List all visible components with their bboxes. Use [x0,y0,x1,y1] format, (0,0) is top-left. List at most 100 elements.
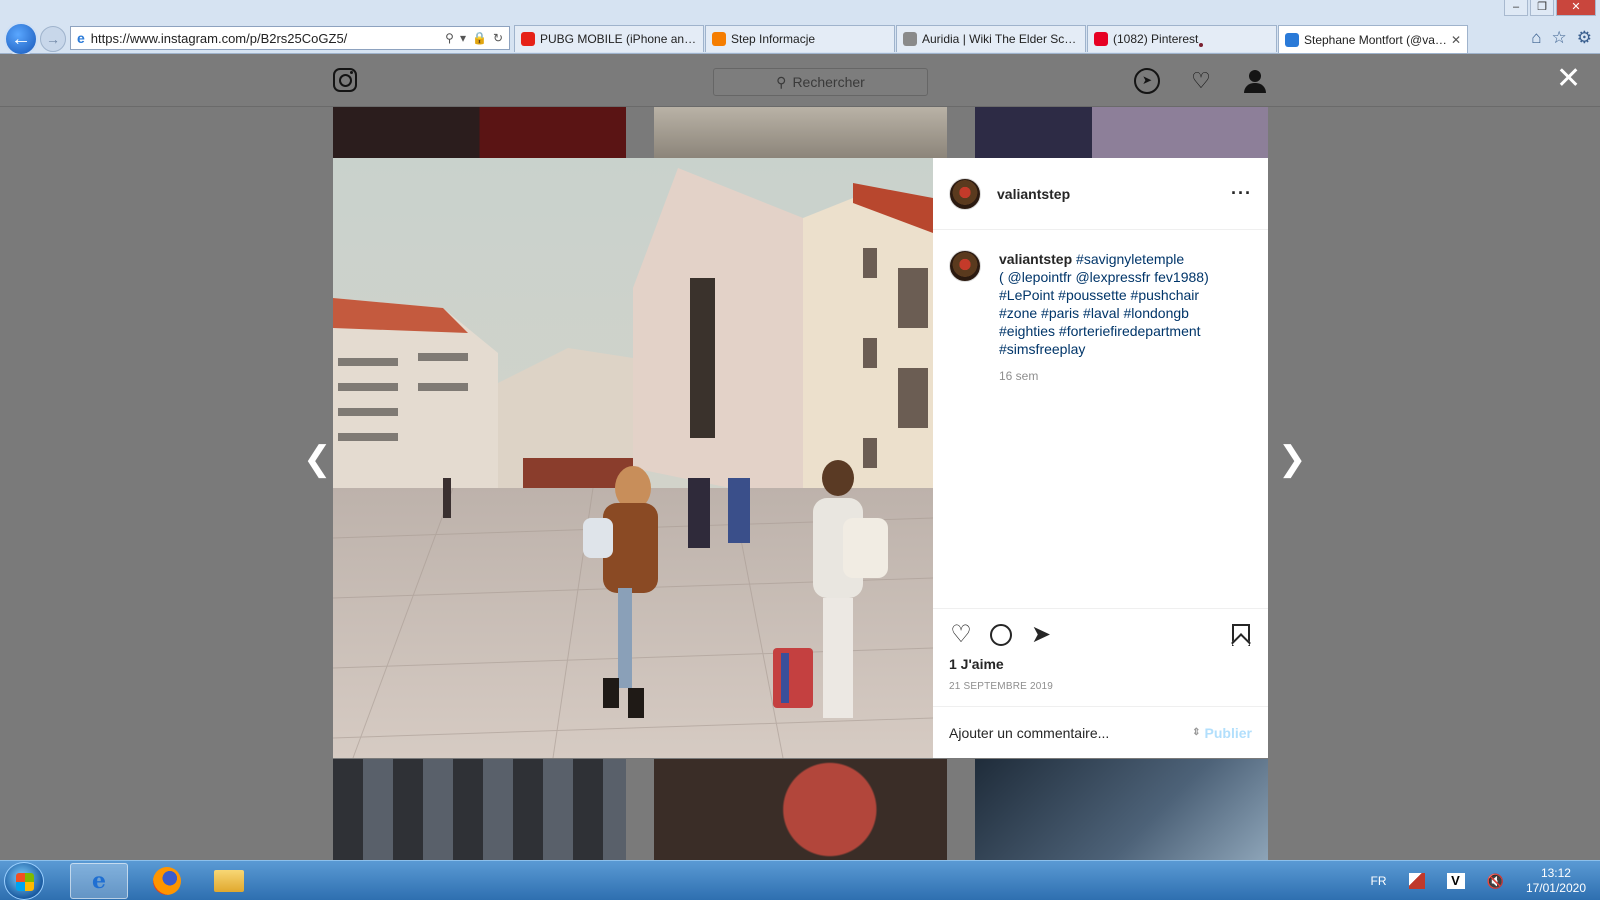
caption-line[interactable]: ( @lepointfr @lexpressfr fev1988) [999,269,1209,285]
tab-label: Step Informacje [731,32,816,46]
start-button[interactable] [4,862,44,900]
clock-date: 17/01/2020 [1525,881,1586,895]
close-tab-icon[interactable]: ✕ [1451,33,1461,47]
caption-line[interactable]: #zone #paris #laval #londongb [999,305,1189,321]
save-bookmark-icon[interactable] [1229,623,1253,653]
address-url[interactable]: https://www.instagram.com/p/B2rs25CoGZ5/ [91,31,445,46]
browser-tab[interactable]: (1082) Pinterest [1087,25,1277,52]
tab-label: (1082) Pinterest [1113,32,1199,46]
action-center-flag-icon[interactable] [1408,873,1425,889]
publish-button[interactable]: ⇕ Publier [1192,725,1252,741]
search-placeholder: Rechercher [792,74,865,90]
arrow-right-icon: → [46,31,60,47]
caption-mentions-line: ( @lepointfr @lexpressfr fev1988) [999,269,1209,285]
comment-input[interactable] [949,724,1193,741]
dropdown-icon[interactable]: ▾ [460,31,466,45]
caption-username[interactable]: valiantstep [999,251,1072,267]
window-controls: – ❐ ✕ [1504,0,1596,16]
post-modal: valiantstep ··· valiantstep #savignylete… [333,158,1268,758]
folder-icon [214,870,244,892]
search-input[interactable]: ⚲ Rechercher [713,68,928,96]
address-tools: ⚲ ▾ 🔒 ↻ [445,31,503,45]
address-bar[interactable]: e https://www.instagram.com/p/B2rs25CoGZ… [70,26,510,50]
browser-tab[interactable]: Auridia | Wiki The Elder Scroll... [896,25,1086,52]
language-indicator[interactable]: FR [1371,874,1387,888]
grid-thumbnail[interactable] [654,107,947,158]
browser-tab[interactable]: Step Informacje [705,25,895,52]
caption-hashtag[interactable]: #savignyletemple [1076,251,1184,267]
taskbar-file-explorer[interactable] [200,863,258,899]
back-button[interactable]: ← [4,22,38,56]
taskbar-firefox[interactable] [138,863,196,899]
explore-compass-icon[interactable]: ➤ [1134,68,1160,94]
share-paper-plane-icon[interactable]: ➤ [1029,623,1053,647]
tab-label: Stephane Montfort (@vali... [1304,32,1447,47]
post-caption: valiantstep #savignyletemple ( @lepointf… [949,250,1254,385]
post-actions: ♡ ➤ 1 J'aime 21 SEPTEMBRE 2019 [933,608,1268,706]
post-photo[interactable] [333,158,933,758]
next-post-chevron-right-icon[interactable]: ❯ [1278,442,1307,476]
post-date[interactable]: 21 SEPTEMBRE 2019 [949,681,1053,692]
tab-label: Auridia | Wiki The Elder Scroll... [922,32,1079,46]
clock-time: 13:12 [1540,866,1571,880]
caption-line[interactable]: #simsfreeplay [999,341,1085,357]
ie-page-icon: e [77,30,85,46]
lock-icon[interactable]: 🔒 [472,31,487,45]
clock[interactable]: 13:12 17/01/2020 [1526,866,1586,896]
browser-tab[interactable]: Stephane Montfort (@vali... ✕ [1278,25,1468,53]
tab-strip: PUBG MOBILE (iPhone androi... Step Inform… [514,25,1469,53]
tray-app-icon[interactable]: V [1446,873,1465,889]
volume-muted-icon[interactable]: 🔇 [1487,873,1504,890]
avatar[interactable] [949,250,981,282]
grid-thumbnail[interactable] [975,107,1268,158]
caption-line[interactable]: #eighties #forteriefiredepartment [999,323,1201,339]
firefox-icon [153,867,181,895]
refresh-icon[interactable]: ↻ [493,31,503,45]
close-window-button[interactable]: ✕ [1556,0,1596,16]
browser-chrome: – ❐ ✕ ← → e https://www.instagram.com/p/… [0,0,1600,56]
instagram-logo-icon[interactable] [333,68,357,92]
grid-thumbnail[interactable] [333,107,626,158]
instagram-top-bar: ⚲ Rechercher ➤ ♡ [0,54,1600,107]
search-icon: ⚲ [776,73,787,90]
windows-taskbar: e FR V 🔇 13:12 17/01/2020 [0,860,1600,900]
previous-post-chevron-left-icon[interactable]: ❮ [303,442,332,476]
profile-icon[interactable] [1242,68,1268,94]
like-heart-icon[interactable]: ♡ [949,623,973,647]
grid-thumbnail[interactable] [975,759,1268,860]
post-author-username[interactable]: valiantstep [997,186,1231,202]
windows-logo-icon [16,873,34,891]
pinterest-icon [1094,32,1108,46]
youtube-icon [521,32,535,46]
minimize-button[interactable]: – [1504,0,1528,16]
gear-icon[interactable]: ⚙ [1577,28,1592,48]
grid-thumbnail[interactable] [654,759,947,860]
ie-icon: e [92,868,106,894]
more-options-icon[interactable]: ··· [1231,183,1252,204]
caption-timestamp[interactable]: 16 sem [999,367,1209,385]
taskbar-internet-explorer[interactable]: e [70,863,128,899]
resize-handle-icon: ⇕ [1192,727,1201,738]
likes-count[interactable]: 1 J'aime [949,656,1004,672]
avatar[interactable] [949,177,981,210]
browser-tab[interactable]: PUBG MOBILE (iPhone androi... [514,25,704,52]
fandom-icon [903,32,917,46]
tab-label: PUBG MOBILE (iPhone androi... [540,32,697,46]
comment-bubble-icon[interactable] [989,623,1013,647]
publish-label: Publier [1204,724,1252,741]
grid-thumbnail[interactable] [333,759,626,860]
forward-button[interactable]: → [40,26,66,52]
arrow-left-icon: ← [11,27,31,50]
post-side-panel: valiantstep ··· valiantstep #savignylete… [933,158,1268,758]
favorites-star-icon[interactable]: ☆ [1552,28,1567,48]
post-header: valiantstep ··· [933,158,1268,230]
caption-line[interactable]: #LePoint #poussette #pushchair [999,287,1199,303]
browser-tools: ⌂ ☆ ⚙ [1531,28,1592,48]
restore-button[interactable]: ❐ [1530,0,1554,16]
search-icon[interactable]: ⚲ [445,31,454,45]
system-tray: FR V 🔇 13:12 17/01/2020 [1371,861,1587,900]
activity-heart-icon[interactable]: ♡ [1188,68,1214,94]
close-post-icon[interactable]: ✕ [1556,64,1581,94]
home-icon[interactable]: ⌂ [1531,28,1541,48]
post-photo-image [333,158,933,758]
